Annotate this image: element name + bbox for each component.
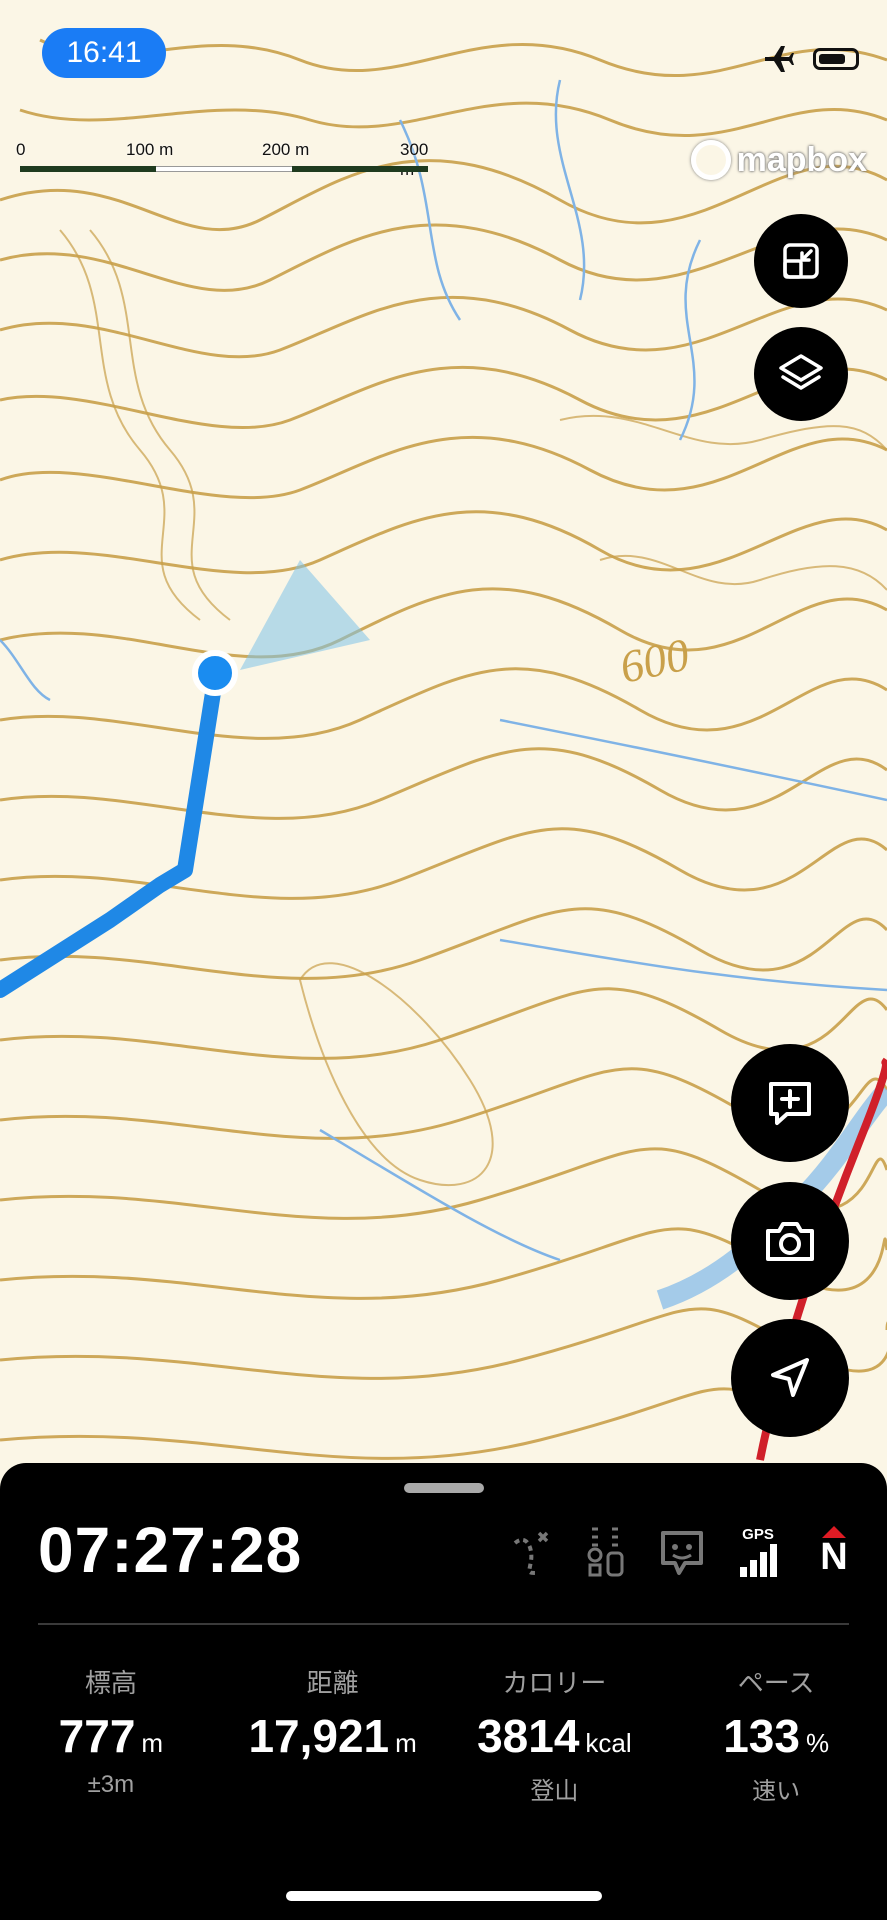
stat-elevation: 標高 777 m ±3m (0, 1663, 222, 1806)
stat-sub: 登山 (530, 1778, 579, 1805)
status-time: 16:41 (42, 28, 166, 78)
activity-panel: 07:27:28 GPS N 標高 777m ±3m 距離 17,921m (0, 1463, 887, 1920)
current-location-button[interactable] (731, 1319, 849, 1437)
navigate-icon (771, 1358, 809, 1397)
layers-button[interactable] (754, 327, 848, 421)
panel-divider (38, 1623, 849, 1625)
scale-bar-segment (20, 166, 156, 172)
stat-calories: カロリー 3814 kcal 登山 (444, 1663, 666, 1806)
panel-drag-handle[interactable] (404, 1483, 484, 1493)
gps-label: GPS (742, 1525, 774, 1543)
stat-label: ペース (737, 1668, 815, 1698)
stat-unit: m (395, 1728, 417, 1758)
battery-icon (813, 48, 859, 70)
map-scale-bar: 0 100 m 200 m 300 m (16, 140, 436, 180)
add-note-icon (769, 1082, 811, 1125)
stats-row: 標高 777 m ±3m 距離 17,921 m カロリー 3814 kcal 登山 … (0, 1663, 887, 1806)
stat-label: 距離 (306, 1668, 359, 1698)
mapbox-text: mapbox (736, 140, 867, 179)
scale-label-0: 0 (16, 140, 26, 159)
add-memo-button[interactable] (731, 1044, 849, 1162)
stat-sub: 速い (752, 1778, 801, 1805)
camera-icon (766, 1222, 814, 1261)
gps-signal-icon: GPS (733, 1525, 783, 1577)
contour-elevation-label: 600 (615, 629, 693, 693)
airplane-icon (765, 46, 794, 72)
collapse-icon (783, 243, 819, 279)
scale-label-200: 200 m (262, 140, 310, 159)
stat-value: 777 (58, 1710, 136, 1762)
elapsed-time: 07:27:28 (38, 1514, 303, 1586)
home-indicator[interactable] (286, 1891, 602, 1901)
mapbox-attribution[interactable]: mapbox (690, 140, 867, 180)
stat-distance: 距離 17,921 m (222, 1663, 444, 1806)
scale-bar-segment (292, 166, 428, 172)
stat-unit: kcal (585, 1728, 632, 1758)
compass-label: N (820, 1536, 848, 1578)
stat-value: 3814 (477, 1710, 580, 1762)
scale-label-300: 300 m (400, 140, 429, 179)
stat-label: カロリー (502, 1668, 607, 1698)
collapse-button[interactable] (754, 214, 848, 308)
mapbox-logo-icon (690, 140, 731, 180)
stat-value: 17,921 (248, 1710, 390, 1762)
stat-label: 標高 (84, 1668, 137, 1698)
people-icon[interactable] (581, 1525, 631, 1577)
camera-button[interactable] (731, 1182, 849, 1300)
scale-label-100: 100 m (126, 140, 174, 159)
compass-indicator[interactable]: N (809, 1525, 859, 1577)
map-view[interactable]: 600 16:41 0 100 m 200 m 300 m mapbox (0, 0, 887, 1480)
status-icons (761, 44, 859, 74)
panel-status-icons: GPS N (505, 1525, 859, 1577)
scale-bar-segment (156, 166, 292, 172)
chat-icon[interactable] (657, 1525, 707, 1577)
stat-pace: ペース 133% 速い (665, 1663, 887, 1806)
stat-unit: m (141, 1728, 164, 1758)
stat-sub: ±3m (87, 1771, 135, 1798)
route-off-icon[interactable] (505, 1525, 555, 1577)
stat-unit: % (805, 1728, 830, 1758)
layers-icon (779, 354, 823, 390)
stat-value: 133 (723, 1710, 800, 1762)
